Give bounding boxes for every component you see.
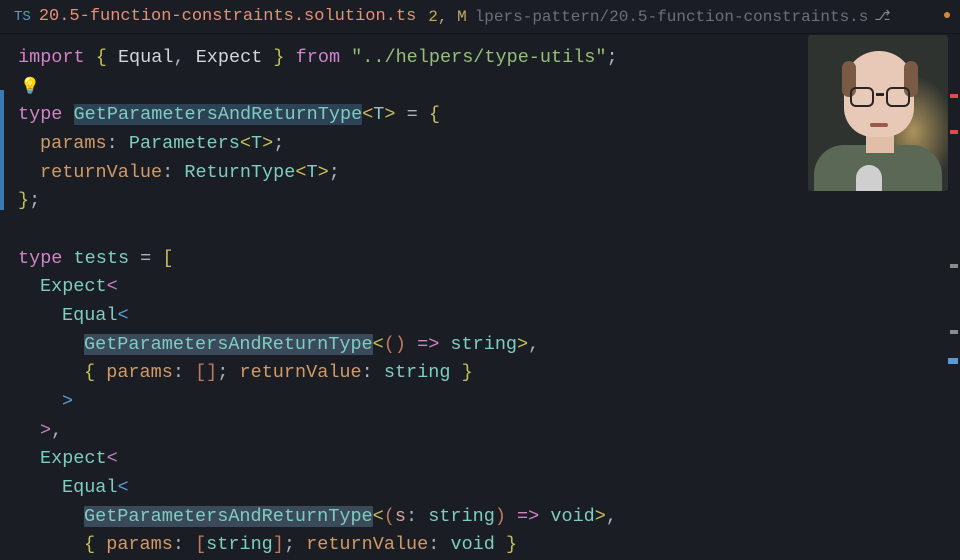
- code-line[interactable]: type tests = [: [18, 245, 960, 274]
- code-line[interactable]: };: [18, 187, 960, 216]
- code-line[interactable]: Equal<: [18, 302, 960, 331]
- lightbulb-icon[interactable]: 💡: [18, 78, 40, 96]
- typescript-badge: TS: [14, 9, 31, 25]
- code-line[interactable]: Expect<: [18, 445, 960, 474]
- person-mouth: [870, 123, 888, 127]
- scrollbar-occurrence-marker[interactable]: [950, 330, 958, 334]
- code-line[interactable]: >: [18, 388, 960, 417]
- glasses-icon: [850, 87, 910, 109]
- code-line[interactable]: >,: [18, 417, 960, 446]
- scrollbar-error-marker[interactable]: [950, 94, 958, 98]
- microphone-icon: [856, 165, 882, 191]
- tab-filename: 20.5-function-constraints.solution.ts: [39, 7, 416, 26]
- code-line: [18, 216, 960, 245]
- tab-bar: TS 20.5-function-constraints.solution.ts…: [0, 0, 960, 34]
- scrollbar-occurrence-marker[interactable]: [950, 264, 958, 268]
- scrollbar[interactable]: [948, 34, 960, 540]
- breadcrumb[interactable]: lpers-pattern/20.5-function-constraints.…: [475, 8, 869, 26]
- code-line[interactable]: Equal<: [18, 474, 960, 503]
- webcam-overlay[interactable]: [808, 35, 948, 191]
- code-line[interactable]: GetParametersAndReturnType<(s: string) =…: [18, 503, 960, 532]
- code-line[interactable]: { params: []; returnValue: string }: [18, 359, 960, 388]
- editor-tab[interactable]: TS 20.5-function-constraints.solution.ts…: [14, 0, 467, 33]
- scrollbar-error-marker[interactable]: [950, 130, 958, 134]
- modified-indicator-icon: [944, 12, 950, 18]
- git-branch-icon[interactable]: ⎇: [874, 8, 890, 25]
- git-change-gutter: [0, 90, 4, 210]
- tab-status: 2, M: [428, 8, 466, 26]
- code-line[interactable]: Expect<: [18, 273, 960, 302]
- code-line[interactable]: GetParametersAndReturnType<() => string>…: [18, 331, 960, 360]
- code-line[interactable]: { params: [string]; returnValue: void }: [18, 531, 960, 560]
- scrollbar-selection-marker[interactable]: [948, 358, 958, 364]
